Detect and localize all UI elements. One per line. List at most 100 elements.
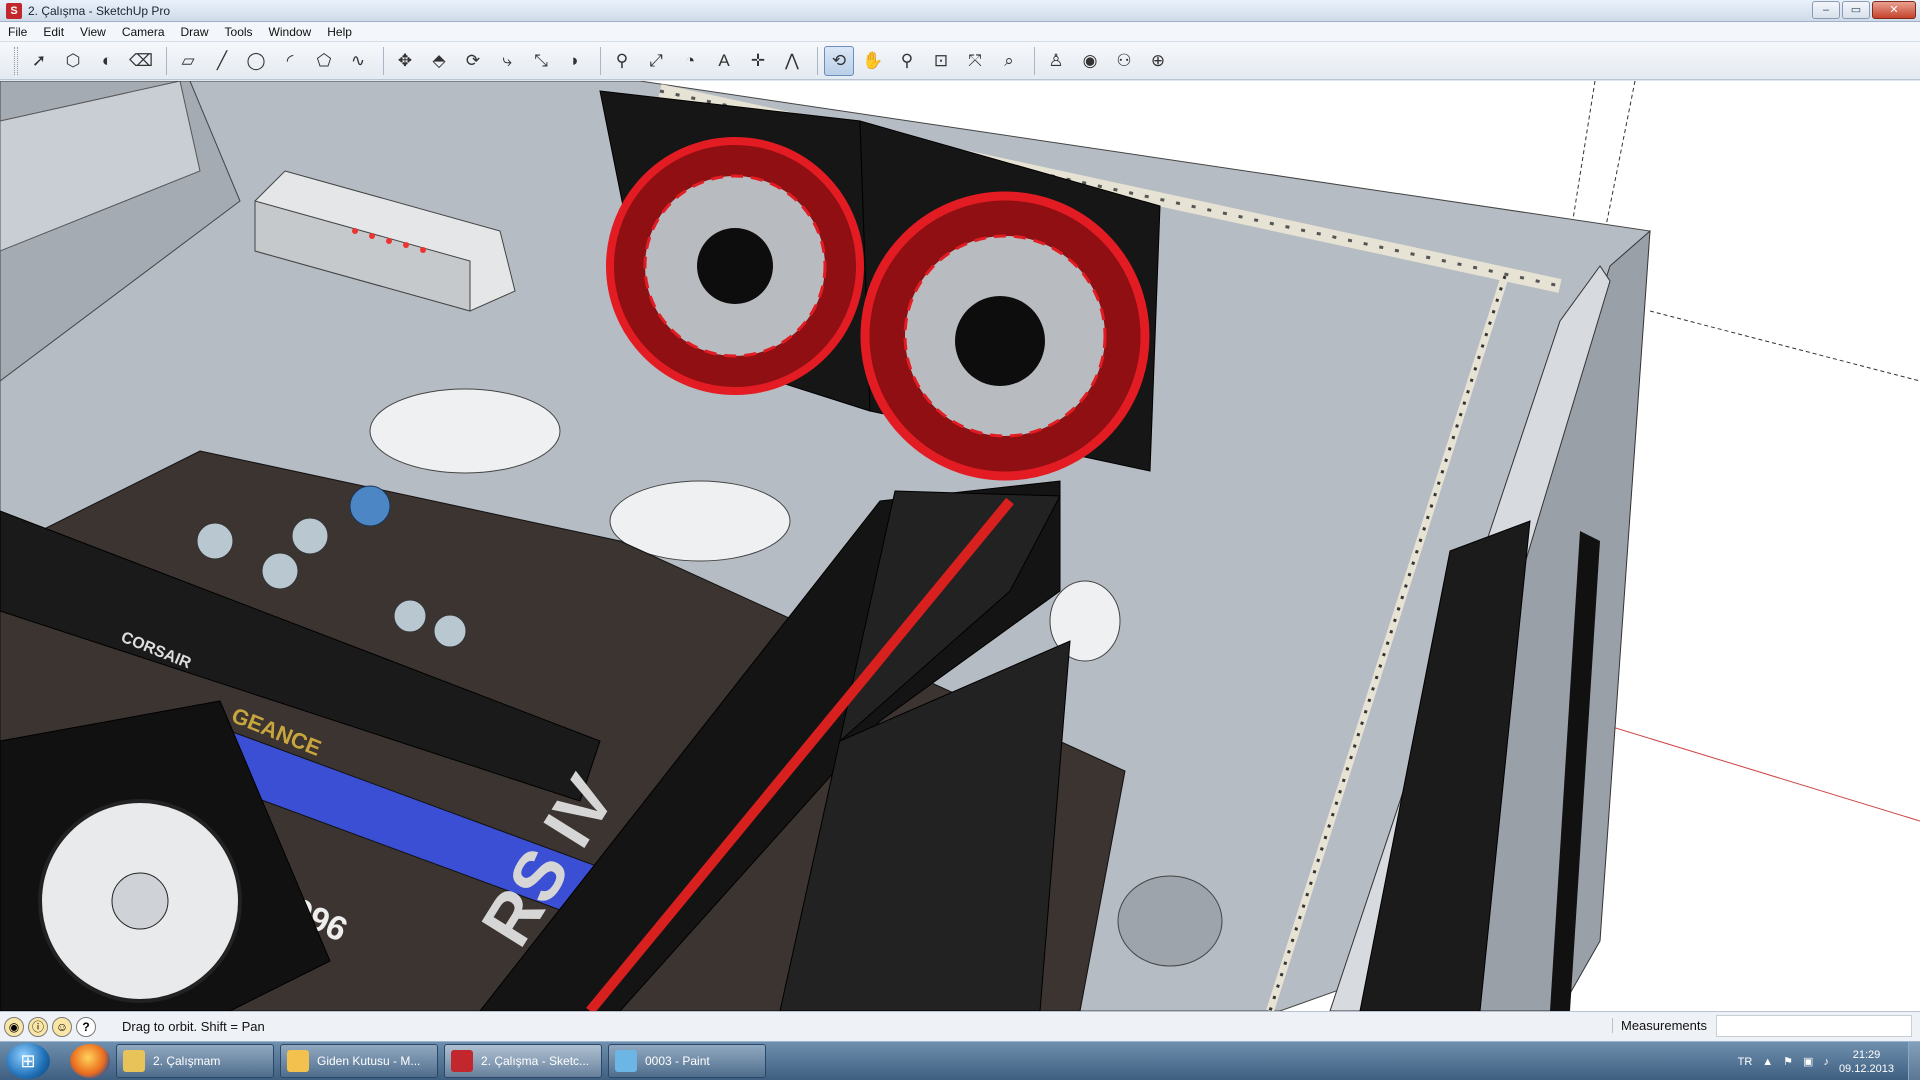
orbit-tool-icon[interactable]: ⟲ [824, 45, 854, 76]
zoom-window-tool-icon[interactable]: ⊡ [926, 46, 956, 76]
make-component-tool-icon[interactable]: ⬡ [58, 46, 88, 76]
network-icon[interactable]: ▣ [1803, 1055, 1813, 1068]
menu-window[interactable]: Window [261, 22, 320, 42]
look-around-tool-icon[interactable]: ◉ [1075, 46, 1105, 76]
led [403, 242, 409, 248]
axes-tool-icon[interactable]: ✛ [743, 46, 773, 76]
freehand-tool-icon[interactable]: ∿ [343, 46, 373, 76]
previous-view-tool-icon[interactable]: ⌕ [994, 46, 1024, 76]
outlook-icon [287, 1050, 309, 1072]
help-icon[interactable]: ? [76, 1016, 96, 1037]
taskbar-button-label: Giden Kutusu - M... [317, 1054, 421, 1068]
menu-view[interactable]: View [72, 22, 114, 42]
zoom-tool-icon[interactable]: ⚲ [892, 46, 922, 76]
toolbar-separator [383, 46, 384, 75]
section-plane-tool-icon[interactable]: ⊕ [1143, 46, 1173, 76]
walk-tool-icon[interactable]: ⚇ [1109, 46, 1139, 76]
pc-case-model: GEANCE CORSAIR 966IN RS IV [0, 81, 1920, 1011]
system-tray: TR ▲ ⚑ ▣ ♪ 21:29 09.12.2013 [1738, 1042, 1920, 1080]
led [369, 233, 375, 239]
taskbar-button[interactable]: 2. Çalışmam [116, 1044, 274, 1078]
close-button[interactable]: ✕ [1872, 1, 1916, 19]
cpu-fan-hub [111, 872, 169, 930]
taskbar-button[interactable]: 2. Çalışma - Sketc... [444, 1044, 602, 1078]
eraser-tool-icon[interactable]: ⌫ [126, 46, 156, 76]
follow-me-tool-icon[interactable]: ⤷ [492, 46, 522, 76]
toolbar-separator [817, 46, 818, 75]
dimension-tool-icon[interactable]: ⤢ [641, 46, 671, 76]
toolbar-grip[interactable] [14, 46, 18, 75]
geo-location-icon[interactable]: ◉ [4, 1016, 24, 1037]
protractor-tool-icon[interactable]: ◔ [675, 46, 705, 76]
zoom-extents-tool-icon[interactable]: ⤧ [960, 46, 990, 76]
status-hint: Drag to orbit. Shift = Pan [122, 1019, 265, 1034]
guide-line [1649, 310, 1920, 382]
folder-icon [123, 1050, 145, 1072]
cable-cutout [369, 388, 561, 474]
toolbar-separator [600, 46, 601, 75]
sketchup-icon [451, 1050, 473, 1072]
taskbar-button[interactable]: Giden Kutusu - M... [280, 1044, 438, 1078]
menu-camera[interactable]: Camera [114, 22, 173, 42]
select-tool-icon[interactable]: ➚ [24, 46, 54, 76]
toolbar-separator [166, 46, 167, 75]
tape-measure-tool-icon[interactable]: ⚲ [607, 46, 637, 76]
text-tool-icon[interactable]: A [709, 46, 739, 76]
menu-edit[interactable]: Edit [35, 22, 72, 42]
paint-icon [615, 1050, 637, 1072]
start-button[interactable]: ⊞ [6, 1043, 50, 1079]
model-viewport[interactable]: GEANCE CORSAIR 966IN RS IV [0, 81, 1920, 1011]
menu-bar: File Edit View Camera Draw Tools Window … [0, 22, 1920, 42]
menu-draw[interactable]: Draw [173, 22, 217, 42]
clock-date: 09.12.2013 [1838, 1062, 1894, 1075]
volume-icon[interactable]: ♪ [1823, 1056, 1829, 1068]
line-tool-icon[interactable]: ╱ [207, 46, 237, 76]
paint-bucket-tool-icon[interactable]: ◐ [92, 46, 122, 76]
title-bar: S 2. Çalışma - SketchUp Pro – ▭ ✕ [0, 0, 1920, 22]
rectangle-tool-icon[interactable]: ▱ [173, 46, 203, 76]
show-desktop-button[interactable] [1908, 1042, 1920, 1080]
show-hidden-icons[interactable]: ▲ [1762, 1056, 1773, 1068]
window-controls: – ▭ ✕ [1812, 1, 1916, 19]
cable-cutout [1117, 875, 1223, 967]
taskbar-button-label: 2. Çalışma - Sketc... [481, 1054, 590, 1068]
arc-tool-icon[interactable]: ◜ [275, 46, 305, 76]
menu-tools[interactable]: Tools [217, 22, 261, 42]
toolbar-separator [1034, 46, 1035, 75]
circle-tool-icon[interactable]: ◯ [241, 46, 271, 76]
firefox-icon[interactable] [70, 1044, 110, 1078]
sign-in-icon[interactable]: ☺ [52, 1016, 72, 1037]
scale-tool-icon[interactable]: ⤡ [526, 46, 556, 76]
sketchup-app-icon[interactable]: S [6, 2, 22, 19]
language-indicator[interactable]: TR [1738, 1056, 1753, 1068]
window-title: 2. Çalışma - SketchUp Pro [28, 3, 171, 18]
push-pull-tool-icon[interactable]: ⬘ [424, 46, 454, 76]
move-tool-icon[interactable]: ✥ [390, 46, 420, 76]
sketchup-window: S 2. Çalışma - SketchUp Pro – ▭ ✕ File E… [0, 0, 1920, 1080]
clock-time: 21:29 [1852, 1048, 1881, 1061]
taskbar-button-label: 2. Çalışmam [153, 1054, 221, 1068]
polygon-tool-icon[interactable]: ⬠ [309, 46, 339, 76]
rotate-tool-icon[interactable]: ⟳ [458, 46, 488, 76]
measurements-label: Measurements [1612, 1018, 1707, 1033]
minimize-button[interactable]: – [1812, 1, 1840, 19]
led [352, 228, 358, 234]
credits-icon[interactable]: ⓘ [28, 1016, 48, 1037]
maximize-button[interactable]: ▭ [1842, 1, 1870, 19]
measurements-input[interactable] [1716, 1015, 1912, 1037]
flag-icon[interactable]: ⚑ [1783, 1055, 1793, 1068]
status-bar: ◉ ⓘ ☺ ? Drag to orbit. Shift = Pan Measu… [0, 1011, 1920, 1041]
offset-tool-icon[interactable]: ◗ [560, 46, 590, 76]
clock[interactable]: 21:29 09.12.2013 [1839, 1048, 1894, 1076]
pan-tool-icon[interactable]: ✋ [858, 46, 888, 76]
task-buttons: 2. Çalışmam Giden Kutusu - M... 2. Çalışma… [110, 1044, 766, 1078]
3d-text-tool-icon[interactable]: ⋀ [777, 46, 807, 76]
led [386, 238, 392, 244]
menu-file[interactable]: File [0, 22, 35, 42]
position-camera-tool-icon[interactable]: ♙ [1041, 46, 1071, 76]
guide-line [1604, 81, 1636, 232]
taskbar-button[interactable]: 0003 - Paint [608, 1044, 766, 1078]
menu-help[interactable]: Help [319, 22, 360, 42]
windows-taskbar: ⊞ 2. Çalışmam Giden Kutusu - M... 2. Çalış… [0, 1041, 1920, 1080]
led [420, 247, 426, 253]
